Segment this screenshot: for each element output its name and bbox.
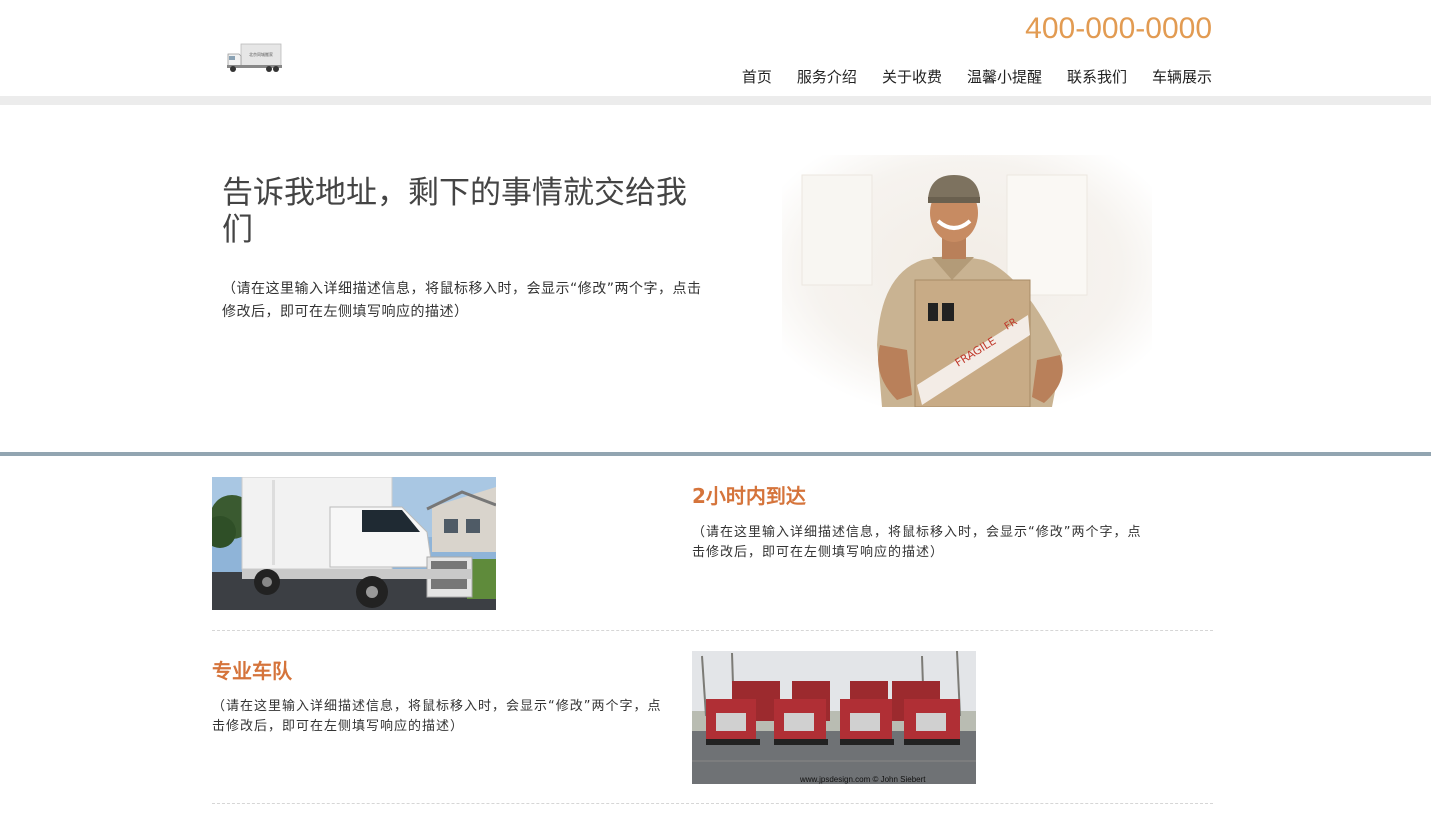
truck-fleet-image: www.jpsdesign.com © John Siebert — [692, 651, 976, 784]
hero-description: （请在这里输入详细描述信息，将鼠标移入时，会显示“修改”两个字，点击修改后，即可… — [222, 281, 702, 320]
feature-desc-fleet: （请在这里输入详细描述信息，将鼠标移入时，会显示“修改”两个字，点击修改后，即可… — [212, 699, 662, 734]
nav-vehicles[interactable]: 车辆展示 — [1152, 66, 1212, 88]
header-band — [0, 96, 1431, 105]
nav-services[interactable]: 服务介绍 — [797, 66, 857, 88]
phone-number: 400-000-0000 — [1025, 12, 1212, 45]
feature-title-fleet: 专业车队 — [212, 659, 292, 683]
site-header: 北京同城搬家 400-000-0000 首页 服务介绍 关于收费 温馨小提醒 联… — [0, 0, 1431, 96]
white-truck-image — [212, 477, 496, 610]
logo-text: 北京同城搬家 — [249, 51, 273, 57]
dashed-separator — [212, 803, 1213, 804]
nav-contact[interactable]: 联系我们 — [1067, 66, 1127, 88]
feature-title-arrival: 2小时内到达 — [692, 484, 806, 508]
main-nav: 首页 服务介绍 关于收费 温馨小提醒 联系我们 车辆展示 — [717, 66, 1212, 88]
hero-title: 告诉我地址，剩下的事情就交给我们 — [222, 175, 687, 248]
feature-desc-arrival: （请在这里输入详细描述信息，将鼠标移入时，会显示“修改”两个字，点击修改后，即可… — [692, 525, 1142, 560]
nav-pricing[interactable]: 关于收费 — [882, 66, 942, 88]
dashed-separator — [212, 630, 1213, 631]
image-credit: www.jpsdesign.com © John Siebert — [799, 775, 926, 784]
delivery-man-image: FRAGILE FR — [752, 155, 1212, 407]
logo-truck-icon[interactable]: 北京同城搬家 — [225, 40, 283, 74]
nav-home[interactable]: 首页 — [742, 66, 772, 88]
section-divider — [0, 452, 1431, 456]
nav-tips[interactable]: 温馨小提醒 — [967, 66, 1042, 88]
